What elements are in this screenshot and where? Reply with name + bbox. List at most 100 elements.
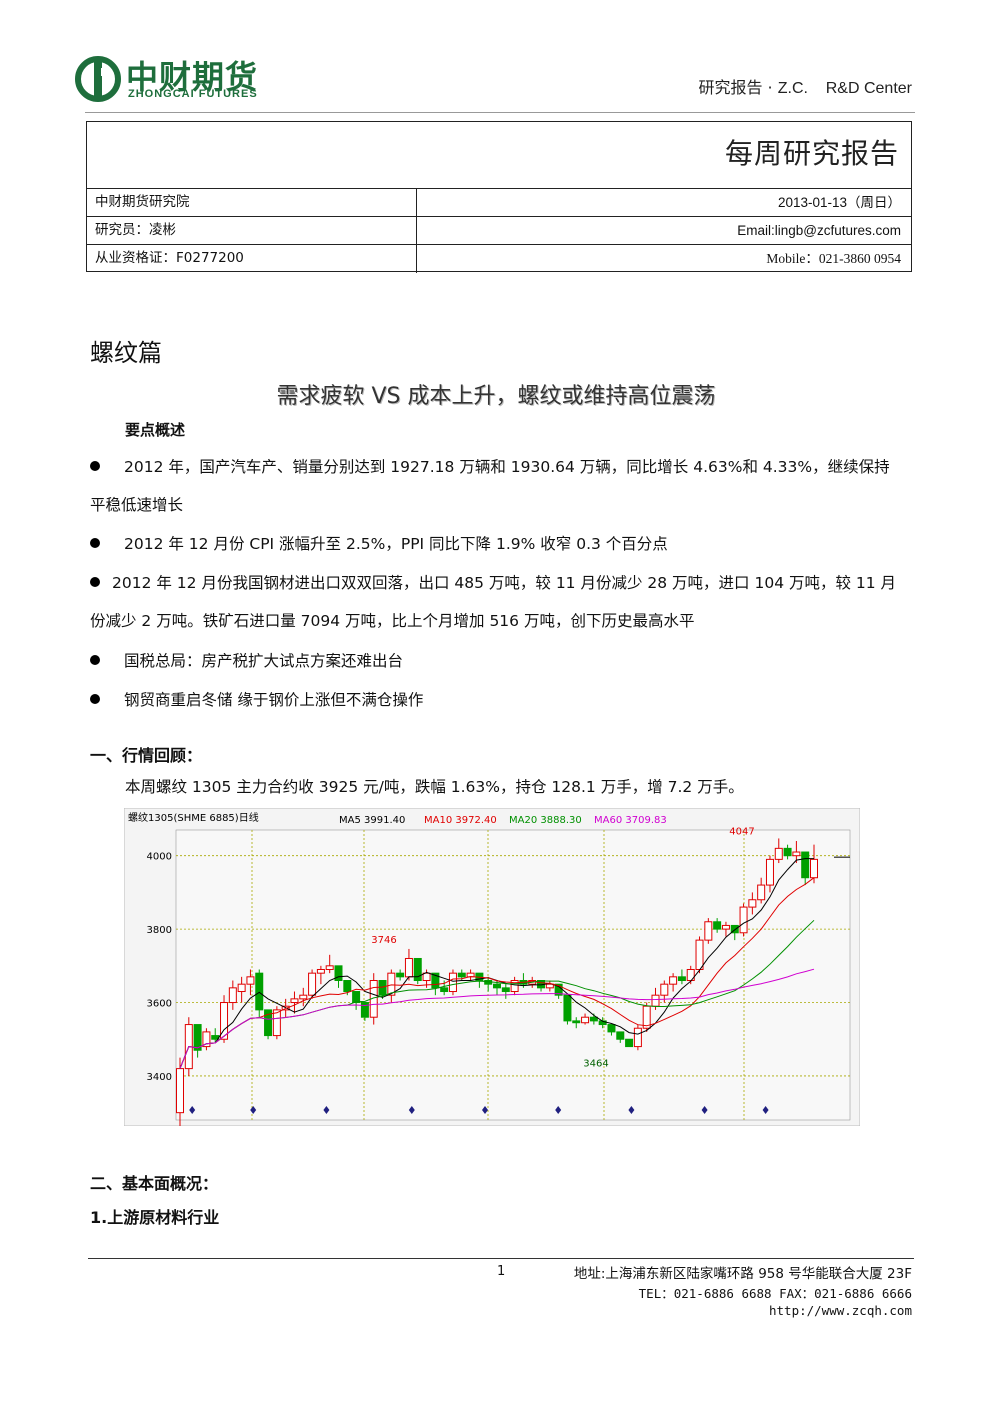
candle-body	[757, 884, 766, 901]
price-annotation: 4047	[729, 826, 754, 837]
header-tagline-cn: 研究报告 ·	[698, 78, 773, 97]
license-number: 从业资格证：F0277200	[87, 245, 417, 273]
bullet-item: 钢贸商重启冬储 缘于钢价上涨但不满仓操作	[90, 681, 905, 719]
candle-body	[440, 987, 449, 993]
researcher-email[interactable]: Email:lingb@zcfutures.com	[418, 217, 911, 245]
candle-body	[501, 987, 510, 993]
candle-body	[457, 972, 466, 978]
footer-divider	[88, 1258, 914, 1259]
candle-body	[572, 1020, 581, 1024]
candle-body	[607, 1024, 616, 1033]
institute-name: 中财期货研究院	[87, 189, 417, 217]
candle-body	[448, 972, 457, 993]
researcher-mobile: Mobile：021-3860 0954	[766, 251, 901, 266]
bullet-icon	[90, 576, 100, 587]
bullet-item: 2012 年 12 月份我国钢材进出口双双回落，出口 485 万吨，较 11 月…	[90, 564, 905, 640]
candle-body	[581, 1016, 590, 1024]
candle-body	[677, 976, 686, 982]
candle-body	[176, 1068, 184, 1114]
header-tagline: 研究报告 · Z.C. R&D Center	[698, 74, 912, 98]
footer-website[interactable]: http://www.zcqh.com	[769, 1303, 912, 1318]
summary-label: 要点概述	[125, 421, 186, 439]
candle-body	[704, 921, 713, 941]
header-tagline-en: Z.C. R&D Center	[777, 80, 912, 97]
bullet-text: 钢贸商重启冬储 缘于钢价上涨但不满仓操作	[124, 691, 424, 709]
candle-body	[290, 998, 299, 1004]
researcher-name: 研究员：凌彬	[87, 217, 417, 245]
y-tick-label: 3400	[147, 1072, 172, 1083]
candle-body	[713, 921, 722, 930]
market-review-text: 本周螺纹 1305 主力合约收 3925 元/吨，跌幅 1.63%，持仓 128…	[125, 778, 744, 796]
bullet-item: 2012 年 12 月份 CPI 涨幅升至 2.5%，PPI 同比下降 1.9%…	[90, 525, 905, 563]
bullet-text: 2012 年，国产汽车产、销量分别达到 1927.18 万辆和 1930.64 …	[90, 458, 890, 514]
candle-body	[308, 972, 317, 996]
candle-body	[669, 976, 678, 985]
candle-body	[352, 991, 361, 1004]
candle-body	[396, 972, 405, 978]
section-heading: 螺纹篇	[90, 339, 162, 367]
candle-body	[299, 994, 308, 1000]
bullet-icon	[90, 654, 100, 665]
bullet-text: 2012 年 12 月份我国钢材进出口双双回落，出口 485 万吨，较 11 月…	[90, 574, 897, 630]
candle-body	[792, 851, 801, 857]
bullet-item: 2012 年，国产汽车产、销量分别达到 1927.18 万辆和 1930.64 …	[90, 448, 905, 524]
candle-body	[422, 972, 431, 982]
chart-svg: 螺纹1305(SHME 6885)日线 MA5 3991.40 MA10 3972.…	[123, 807, 861, 1128]
candle-body	[378, 980, 387, 996]
price-annotation: 3464	[583, 1058, 608, 1069]
chart-title: 螺纹1305(SHME 6885)日线	[128, 811, 259, 824]
info-row: 从业资格证：F0277200 Mobile：021-3860 0954	[87, 244, 911, 273]
y-tick-label: 3600	[147, 999, 172, 1010]
candle-body	[228, 987, 237, 1004]
legend-ma: MA10 3972.40	[424, 815, 497, 826]
market-review-heading: 一、行情回顾：	[90, 746, 203, 765]
candle-body	[237, 983, 246, 993]
candle-body	[255, 972, 264, 1011]
footer-tel: TEL：021-6886 6688 FAX：021-6886 6666	[638, 1286, 912, 1301]
candle-body	[695, 939, 704, 970]
legend-ma: MA20 3888.30	[509, 815, 582, 826]
candle-body	[810, 858, 818, 879]
candle-body	[651, 994, 660, 1007]
candle-body	[625, 1038, 634, 1048]
candle-body	[316, 968, 325, 974]
legend-ma: MA5 3991.40	[339, 815, 405, 826]
header-divider	[85, 112, 915, 113]
page-number: 1	[497, 1264, 506, 1279]
info-row: 中财期货研究院 2013-01-13（周日）	[87, 188, 911, 217]
logo-en-text: ZHONGCAI FUTURES	[128, 88, 258, 100]
candle-body	[774, 847, 783, 860]
candle-body	[325, 965, 334, 970]
candle-body	[589, 1016, 598, 1022]
bullet-text: 国税总局：房产税扩大试点方案还难出台	[124, 652, 404, 670]
candle-body	[660, 983, 669, 996]
y-tick-label: 3800	[147, 925, 172, 936]
candle-body	[563, 994, 572, 1022]
bullet-icon	[90, 537, 100, 548]
bullet-icon	[90, 693, 100, 704]
report-date: 2013-01-13（周日）	[777, 195, 901, 210]
info-row: 研究员：凌彬 Email:lingb@zcfutures.com	[87, 216, 911, 245]
article-title: 需求疲软 VS 成本上升，螺纹或维持高位震荡	[276, 384, 716, 409]
candle-body	[493, 983, 501, 989]
price-annotation: 3746	[371, 935, 396, 946]
candle-body	[783, 847, 792, 857]
candle-body	[246, 976, 255, 985]
bullet-item: 国税总局：房产税扩大试点方案还难出台	[90, 642, 905, 680]
bullet-icon	[90, 460, 100, 471]
bullet-text: 2012 年 12 月份 CPI 涨幅升至 2.5%，PPI 同比下降 1.9%…	[124, 535, 668, 553]
legend-ma: MA60 3709.83	[594, 815, 667, 826]
report-title: 每周研究报告	[724, 137, 899, 170]
candlestick-chart: 螺纹1305(SHME 6885)日线 MA5 3991.40 MA10 3972.…	[123, 807, 861, 1128]
candle-body	[343, 980, 352, 993]
candle-body	[633, 1027, 642, 1048]
company-logo: 中财期货 ZHONGCAI FUTURES	[74, 54, 314, 104]
y-tick-label: 4000	[147, 852, 172, 863]
candle-body	[739, 906, 748, 934]
report-info-box: 每周研究报告 中财期货研究院 2013-01-13（周日） 研究员：凌彬 Ema…	[86, 121, 912, 273]
candle-body	[765, 858, 774, 886]
candle-body	[801, 851, 810, 879]
candle-body	[721, 924, 730, 930]
fundamentals-heading: 二、基本面概况：	[90, 1174, 219, 1193]
plot-area	[175, 829, 851, 1121]
